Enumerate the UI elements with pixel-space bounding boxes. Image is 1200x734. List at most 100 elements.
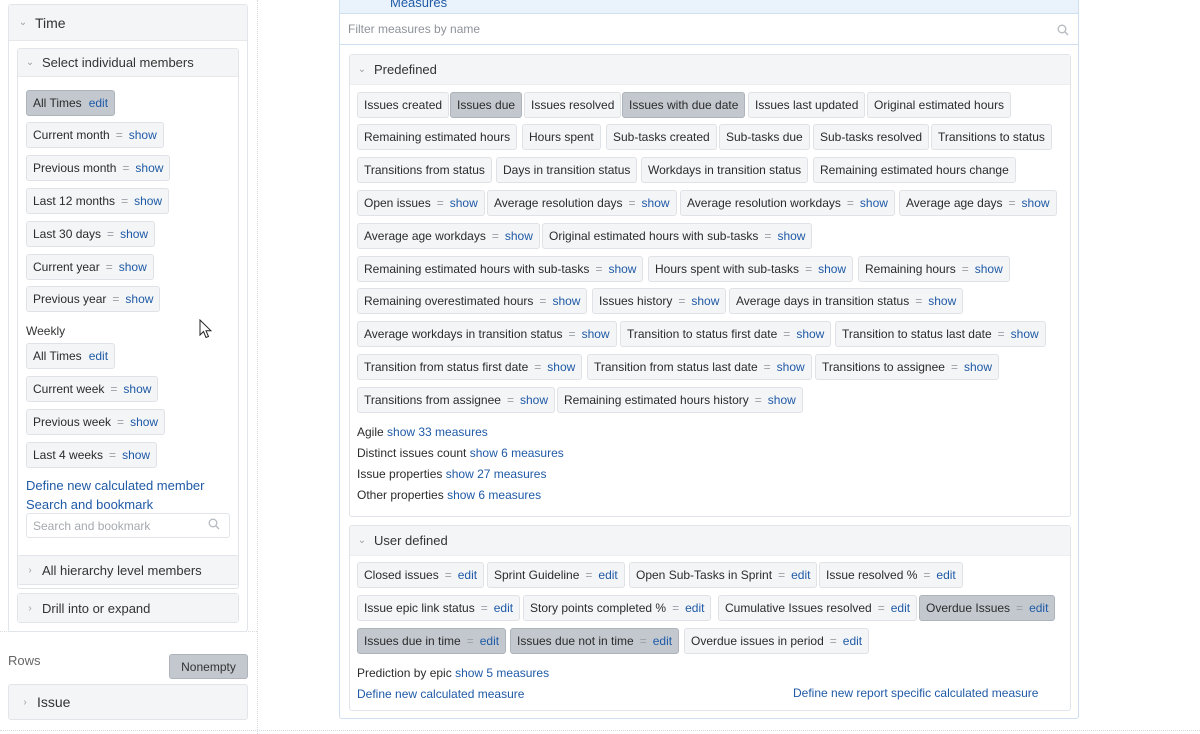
drill-panel[interactable]: › Drill into or expand — [17, 593, 239, 623]
measure-chip[interactable]: Average resolution workdays = show — [680, 190, 895, 216]
member-weekly-all-times[interactable]: All Times edit — [26, 343, 116, 369]
edit-link[interactable]: edit — [936, 568, 955, 582]
measures-header[interactable]: Measures — [340, 0, 1078, 14]
show-measures-link[interactable]: show 6 measures — [447, 488, 541, 502]
member-last-4-weeks[interactable]: Last 4 weeks = show — [26, 442, 158, 468]
edit-link[interactable]: edit — [685, 601, 704, 615]
drill-header[interactable]: › Drill into or expand — [18, 594, 238, 622]
measure-chip[interactable]: Remaining hours = show — [858, 256, 1010, 282]
edit-link[interactable]: edit — [653, 634, 672, 648]
user-measure-chip[interactable]: Closed issues = edit — [357, 562, 485, 588]
measure-chip[interactable]: Average resolution days = show — [487, 190, 677, 216]
show-link[interactable]: show — [975, 262, 1003, 276]
measure-chip[interactable]: Remaining estimated hours with sub-tasks… — [357, 256, 644, 282]
edit-link[interactable]: edit — [891, 601, 910, 615]
measure-chip[interactable]: Remaining estimated hours history = show — [557, 387, 803, 413]
search-bookmark-input[interactable] — [26, 513, 230, 538]
measure-chip[interactable]: Transitions from assignee = show — [357, 387, 555, 413]
edit-link[interactable]: edit — [458, 568, 477, 582]
define-calculated-member-link[interactable]: Define new calculated member — [26, 478, 204, 493]
edit-link[interactable]: edit — [1029, 601, 1048, 615]
edit-link[interactable]: edit — [89, 96, 108, 110]
show-link[interactable]: show — [777, 360, 805, 374]
hierarchy-members-panel[interactable]: › All hierarchy level members — [17, 555, 239, 585]
show-link[interactable]: show — [123, 382, 151, 396]
show-link[interactable]: show — [119, 260, 147, 274]
measure-chip[interactable]: Hours spent with sub-tasks = show — [648, 256, 854, 282]
measure-chip[interactable]: Remaining estimated hours — [357, 124, 518, 150]
user-measure-chip-selected[interactable]: Overdue Issues = edit — [919, 595, 1056, 621]
edit-link[interactable]: edit — [843, 634, 862, 648]
show-link[interactable]: show — [135, 161, 163, 175]
measure-chip[interactable]: Remaining overestimated hours = show — [357, 288, 588, 314]
show-link[interactable]: show — [122, 448, 150, 462]
measure-chip[interactable]: Transition to status last date = show — [835, 321, 1046, 347]
edit-link[interactable]: edit — [598, 568, 617, 582]
show-link[interactable]: show — [860, 196, 888, 210]
edit-link[interactable]: edit — [494, 601, 513, 615]
measure-chip[interactable]: Average age workdays = show — [357, 223, 540, 249]
show-link[interactable]: show — [120, 227, 148, 241]
measure-chip[interactable]: Remaining estimated hours change — [813, 157, 1016, 183]
user-measure-chip[interactable]: Cumulative Issues resolved = edit — [718, 595, 918, 621]
show-link[interactable]: show — [608, 262, 636, 276]
measure-chip-selected[interactable]: Issues due — [450, 92, 523, 118]
show-link[interactable]: show — [768, 393, 796, 407]
edit-link[interactable]: edit — [791, 568, 810, 582]
show-link[interactable]: show — [928, 294, 956, 308]
show-link[interactable]: show — [818, 262, 846, 276]
user-measure-chip[interactable]: Open Sub-Tasks in Sprint = edit — [629, 562, 818, 588]
measure-chip[interactable]: Issues last updated — [748, 92, 866, 118]
filter-measures-input[interactable] — [340, 14, 1078, 45]
member-current-year[interactable]: Current year = show — [26, 254, 154, 280]
measure-chip[interactable]: Hours spent — [522, 124, 601, 150]
measure-chip[interactable]: Issues created — [357, 92, 450, 118]
measure-chip-selected[interactable]: Issues with due date — [622, 92, 746, 118]
measure-chip[interactable]: Average age days = show — [899, 190, 1057, 216]
show-link[interactable]: show — [547, 360, 575, 374]
measure-chip[interactable]: Sub-tasks created — [606, 124, 717, 150]
time-panel-header[interactable]: ⌄ Time — [9, 5, 247, 41]
show-link[interactable]: show — [691, 294, 719, 308]
show-link[interactable]: show — [964, 360, 992, 374]
search-bookmark-link[interactable]: Search and bookmark — [26, 497, 153, 512]
edit-link[interactable]: edit — [89, 349, 108, 363]
show-link[interactable]: show — [125, 292, 153, 306]
measure-chip[interactable]: Transitions from status — [357, 157, 492, 183]
user-measure-chip[interactable]: Issue epic link status = edit — [357, 595, 521, 621]
member-previous-year[interactable]: Previous year = show — [26, 286, 161, 312]
user-measure-chip[interactable]: Overdue issues in period = edit — [684, 628, 870, 654]
show-link[interactable]: show — [642, 196, 670, 210]
measure-chip[interactable]: Transition from status first date = show — [357, 354, 583, 380]
measure-chip[interactable]: Original estimated hours — [867, 92, 1012, 118]
show-link[interactable]: show — [505, 229, 533, 243]
show-link[interactable]: show — [777, 229, 805, 243]
show-measures-link[interactable]: show 27 measures — [446, 467, 547, 481]
user-measure-chip[interactable]: Issue resolved % = edit — [819, 562, 963, 588]
rows-dimension-issue[interactable]: › Issue — [8, 684, 248, 720]
predefined-header[interactable]: ⌄ Predefined — [350, 55, 1070, 85]
member-previous-month[interactable]: Previous month = show — [26, 155, 171, 181]
member-previous-week[interactable]: Previous week = show — [26, 409, 166, 435]
edit-link[interactable]: edit — [480, 634, 499, 648]
measure-chip[interactable]: Sub-tasks resolved — [813, 124, 930, 150]
measure-chip[interactable]: Issues resolved — [524, 92, 622, 118]
show-link[interactable]: show — [134, 194, 162, 208]
user-measure-chip[interactable]: Story points completed % = edit — [523, 595, 712, 621]
member-last-30-days[interactable]: Last 30 days = show — [26, 221, 156, 247]
measure-chip[interactable]: Original estimated hours with sub-tasks =… — [542, 223, 813, 249]
show-link[interactable]: show — [1022, 196, 1050, 210]
measure-chip[interactable]: Sub-tasks due — [719, 124, 810, 150]
show-link[interactable]: show — [796, 327, 824, 341]
measure-chip[interactable]: Transition to status first date = show — [620, 321, 832, 347]
show-measures-link[interactable]: show 5 measures — [455, 666, 549, 680]
show-link[interactable]: show — [450, 196, 478, 210]
nonempty-toggle-button[interactable]: Nonempty — [169, 654, 248, 679]
measure-chip[interactable]: Transitions to status — [931, 124, 1052, 150]
member-all-times[interactable]: All Times edit — [26, 90, 116, 116]
show-link[interactable]: show — [520, 393, 548, 407]
user-defined-header[interactable]: ⌄ User defined — [350, 526, 1070, 556]
measure-chip[interactable]: Issues history = show — [592, 288, 727, 314]
show-link[interactable]: show — [129, 128, 157, 142]
measure-chip[interactable]: Transition from status last date = show — [587, 354, 812, 380]
